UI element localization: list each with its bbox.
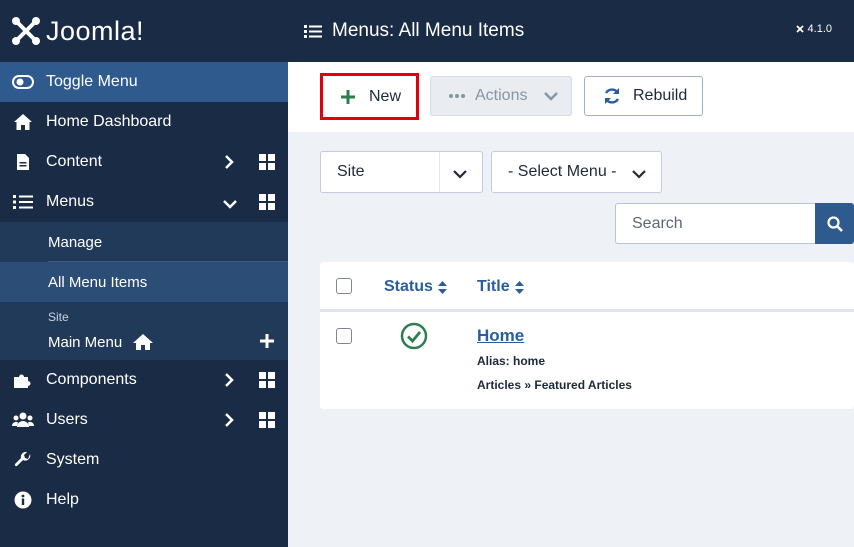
sidebar-item-content[interactable]: Content [0,142,288,182]
sidebar-subitem-label: Main Menu [48,333,123,351]
actions-label: Actions [475,87,528,104]
version-text: 4.1.0 [807,23,832,35]
sidebar-subitem-manage[interactable]: Manage [0,222,288,262]
title-column-header[interactable]: Title [477,278,524,296]
sidebar-subitem-all-menu-items[interactable]: All Menu Items [0,262,288,302]
search-icon [826,215,843,232]
info-icon [12,490,34,510]
puzzle-icon [12,370,34,390]
title-header-label: Title [477,278,510,295]
status-column-header[interactable]: Status [384,278,447,296]
plus-icon [341,89,355,104]
chevron-down-icon [543,91,559,101]
site-section-label: Site [48,310,69,324]
sidebar-item-home-dashboard[interactable]: Home Dashboard [0,102,288,142]
sidebar-item-menus[interactable]: Menus [0,182,288,222]
dashboard-grid-icon[interactable] [259,154,275,175]
site-select[interactable]: Site [320,151,483,193]
version-badge: 4.1.0 [795,23,832,35]
chevron-right-icon[interactable] [224,154,234,175]
brand-name: Joomla! [46,15,145,46]
sidebar-item-system[interactable]: System [0,440,288,480]
joomla-logo-icon [12,17,40,45]
site-select-value: Site [337,163,365,180]
list-icon [304,24,322,39]
new-button[interactable]: New [320,73,419,120]
sidebar-subitem-main-menu[interactable]: Main Menu [0,324,288,360]
toggle-icon [12,75,34,89]
sort-icon [514,280,524,294]
sidebar-item-help[interactable]: Help [0,480,288,520]
home-icon [132,333,154,351]
menu-items-table: Status Title Home Alias: home Articles »… [320,262,854,409]
sidebar-subitem-label: Manage [48,233,103,251]
table-row: Home Alias: home Articles » Featured Art… [320,312,854,406]
divider [439,152,440,192]
sidebar-item-label: Content [46,153,103,170]
menu-item-title-link[interactable]: Home [477,326,524,346]
sidebar-subitem-label: All Menu Items [48,273,148,291]
joomla-small-icon [795,25,804,33]
menu-select[interactable]: - Select Menu - [491,151,662,193]
select-all-checkbox[interactable] [336,278,352,294]
sidebar-item-label: System [46,451,100,468]
users-icon [12,410,34,430]
table-header: Status Title [320,262,854,312]
new-button-label: New [369,87,402,105]
sort-icon [437,280,447,294]
menu-item-alias: Alias: home [477,354,546,368]
sidebar-item-label: Components [46,371,137,388]
row-checkbox[interactable] [336,328,352,344]
status-header-label: Status [384,278,433,295]
sidebar: Joomla! Toggle Menu Home Dashboard Conte… [0,0,288,547]
refresh-icon [603,87,621,105]
sidebar-item-label: Home Dashboard [46,113,172,130]
chevron-down-icon [631,166,647,184]
sidebar-item-label: Help [46,491,79,508]
chevron-down-icon [452,166,468,184]
add-menu-item-icon[interactable] [260,334,274,352]
sidebar-item-label: Users [46,411,88,428]
home-icon [12,112,34,132]
search-input[interactable]: Search [615,203,816,244]
toggle-menu-label: Toggle Menu [46,73,138,90]
menu-select-value: - Select Menu - [508,163,617,180]
actions-dropdown[interactable]: Actions [430,76,572,116]
wrench-icon [12,450,34,470]
menus-submenu: Manage All Menu Items Site Main Menu [0,222,288,360]
sidebar-item-label: Menus [46,193,95,210]
toggle-menu[interactable]: Toggle Menu [0,62,288,102]
page-title: Menus: All Menu Items [332,20,525,41]
chevron-right-icon[interactable] [224,412,234,433]
search-placeholder: Search [632,214,683,232]
page-header: Menus: All Menu Items 4.1.0 [288,0,854,62]
rebuild-label: Rebuild [633,87,688,104]
dashboard-grid-icon[interactable] [259,372,275,393]
list-icon [12,192,34,212]
file-icon [12,152,34,172]
joomla-logo[interactable]: Joomla! [0,0,288,62]
dashboard-grid-icon[interactable] [259,194,275,215]
ellipsis-icon [449,94,465,98]
search-button[interactable] [815,203,854,244]
dashboard-grid-icon[interactable] [259,412,275,433]
chevron-down-icon[interactable] [222,196,238,214]
rebuild-button[interactable]: Rebuild [584,76,703,116]
sidebar-item-components[interactable]: Components [0,360,288,400]
toolbar: New Actions Rebuild [288,62,854,132]
sidebar-item-users[interactable]: Users [0,400,288,440]
chevron-right-icon[interactable] [224,372,234,393]
published-check-icon[interactable] [400,322,428,355]
menu-item-type: Articles » Featured Articles [477,378,632,392]
